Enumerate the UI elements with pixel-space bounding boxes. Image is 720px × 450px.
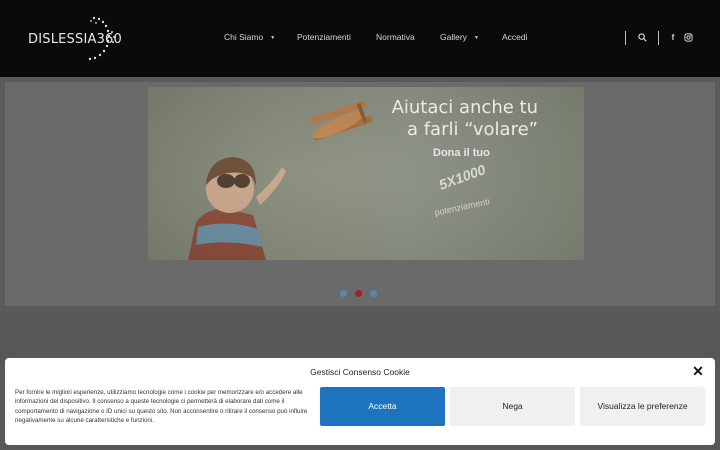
search-icon[interactable] (637, 33, 647, 43)
headline-line: Aiutaci anche tu (391, 97, 538, 118)
site-logo[interactable]: DISLESSIA360 (28, 14, 128, 62)
header-divider (658, 31, 659, 45)
nav-label: Chi Siamo (224, 32, 264, 42)
deny-button[interactable]: Nega (450, 387, 575, 426)
nav-accedi[interactable]: Accedi (502, 32, 528, 42)
headline-line: a farli “volare” (406, 119, 538, 140)
accept-button[interactable]: Accetta (320, 387, 445, 426)
nav-potenziamenti[interactable]: Potenziamenti (297, 32, 351, 42)
nav-label: Potenziamenti (297, 32, 351, 42)
nav-label: Normativa (376, 32, 415, 42)
caret-down-icon: ▼ (270, 35, 276, 41)
cookie-consent-banner: Gestisci Consenso Cookie ✕ Per fornire l… (5, 358, 715, 445)
close-icon[interactable]: ✕ (691, 364, 705, 378)
slider-dot[interactable] (370, 290, 377, 297)
cookie-text: Per fornire le migliori esperienze, util… (15, 389, 308, 424)
facebook-icon[interactable]: f (668, 33, 678, 43)
caret-down-icon: ▼ (473, 35, 479, 41)
header-divider (625, 31, 626, 45)
slider-dot-active[interactable] (355, 290, 362, 297)
slide-subtitle: Dona il tuo (433, 147, 490, 159)
instagram-icon[interactable] (683, 33, 693, 43)
nav-label: Accedi (502, 32, 528, 42)
slider-dot[interactable] (340, 290, 347, 297)
nav-label: Gallery (440, 32, 467, 42)
nav-gallery[interactable]: Gallery ▼ (440, 32, 479, 42)
slide-headline: Aiutaci anche tu a farli “volare” (392, 97, 538, 141)
preferences-button[interactable]: Visualizza le preferenze (580, 387, 705, 426)
nav-chi-siamo[interactable]: Chi Siamo ▼ (224, 32, 275, 42)
nav-normativa[interactable]: Normativa (376, 32, 415, 42)
slide-image[interactable]: Aiutaci anche tu a farli “volare” Dona i… (148, 87, 584, 260)
logo-text: DISLESSIA360 (28, 32, 122, 47)
cookie-title: Gestisci Consenso Cookie (310, 367, 410, 377)
site-header: DISLESSIA360 Chi Siamo ▼ Potenziamenti No… (0, 0, 720, 77)
